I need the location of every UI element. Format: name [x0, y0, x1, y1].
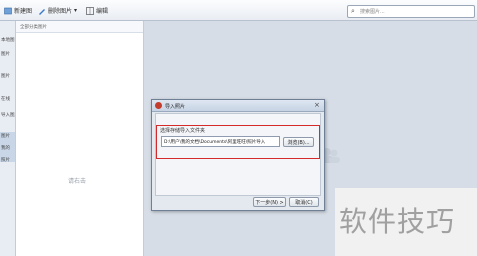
photo-icon — [4, 7, 12, 15]
nav-item[interactable]: 图片 — [1, 133, 15, 139]
magnifier-icon: ⌕ — [351, 7, 355, 15]
grid-icon — [86, 6, 94, 15]
nav-item[interactable]: 图片 — [1, 51, 15, 57]
nav-item[interactable]: 照片 — [1, 157, 15, 163]
nav-item[interactable]: 本地图 — [1, 37, 15, 43]
watermark: 软件技巧 — [335, 188, 477, 256]
dialog-title-bar: 导入照片 × — [152, 100, 324, 112]
image-list-pane[interactable]: 全部分类图片 请右击 — [16, 21, 144, 256]
folder-field-label: 选择存储导入文件夹 — [160, 128, 206, 134]
pencil-icon — [38, 7, 46, 15]
left-nav: 本地图 图片 图片 在线 导入图片.. 图片 我的 照片 — [0, 21, 16, 256]
list-header: 全部分类图片 — [16, 21, 143, 33]
import-photo-dialog: 导入照片 × 选择存储导入文件夹 D:\用户\我的文档\Documents\阿里… — [151, 99, 325, 211]
folder-path-input[interactable]: D:\用户\我的文档\Documents\阿里旺旺\照片导入 — [161, 136, 280, 147]
nav-item[interactable]: 我的 — [1, 145, 15, 151]
search-input[interactable]: ⌕ 搜索图片... — [347, 5, 475, 18]
main-toolbar: 新建图 删除图片 ▾ 编辑 ⌕ 搜索图片... — [0, 0, 477, 21]
chevron-down-icon[interactable]: ▾ — [74, 7, 77, 14]
cancel-button[interactable]: 取消(C) — [289, 197, 319, 207]
browse-button[interactable]: 浏览(B)... — [283, 137, 314, 147]
delete-image-button[interactable]: 删除图片 ▾ — [38, 6, 77, 15]
nav-item[interactable]: 图片 — [1, 73, 15, 79]
nav-item[interactable]: 在线 — [1, 96, 15, 102]
next-button[interactable]: 下一步(N) > — [253, 197, 286, 207]
edit-button[interactable]: 编辑 — [86, 6, 108, 15]
app-icon — [155, 102, 162, 109]
dialog-title: 导入照片 — [165, 104, 186, 110]
new-image-button[interactable]: 新建图 — [4, 6, 32, 15]
close-icon[interactable]: × — [314, 101, 320, 109]
nav-item[interactable]: 导入图片.. — [1, 112, 15, 118]
list-empty-hint: 请右击 — [68, 178, 87, 185]
